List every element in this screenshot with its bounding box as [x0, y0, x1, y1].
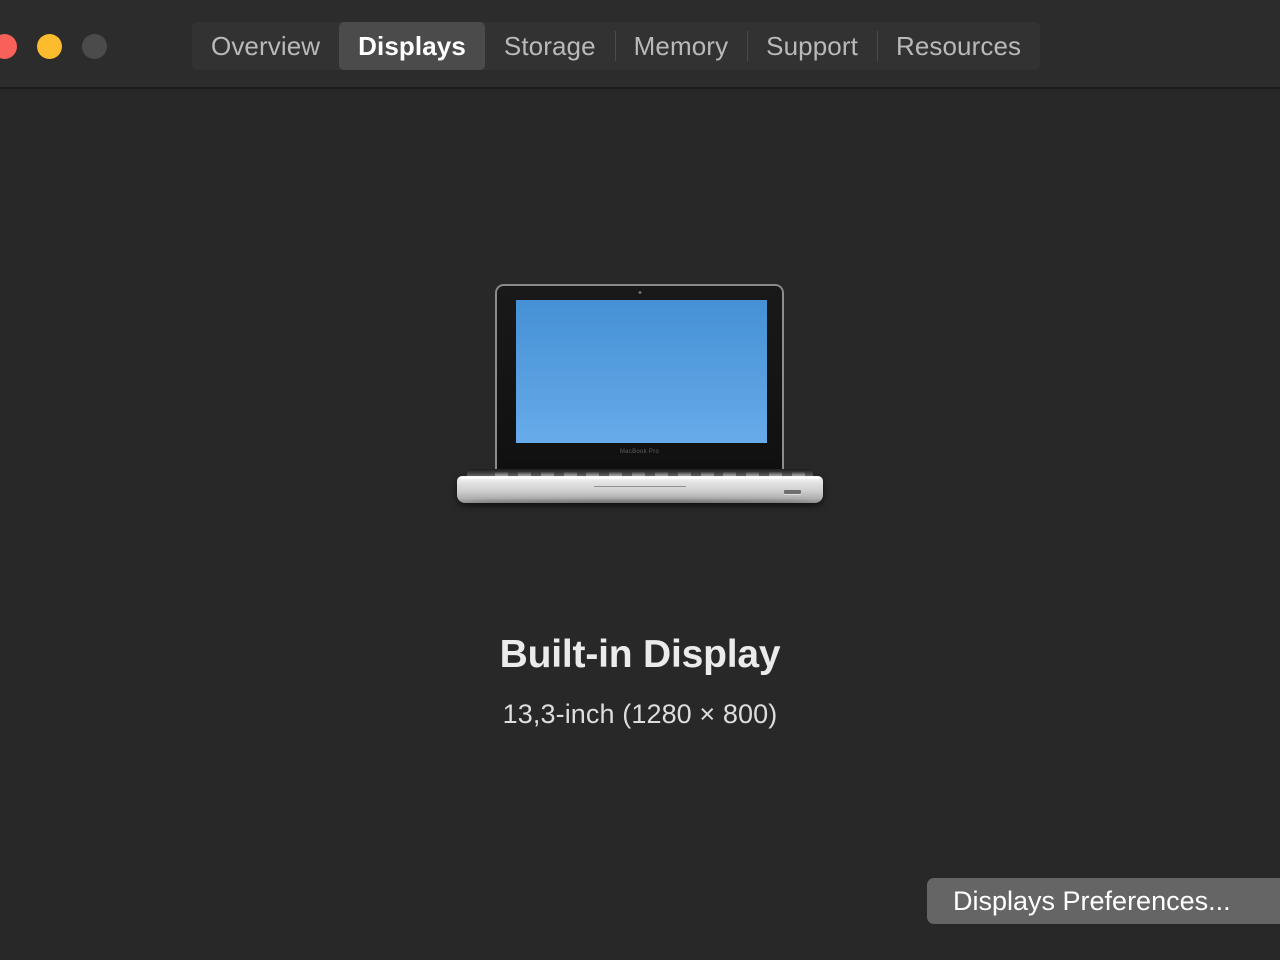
base-highlight — [460, 477, 820, 479]
about-this-mac-window: Overview Displays Storage Memory Support… — [0, 0, 1280, 960]
close-button-icon[interactable] — [0, 34, 17, 59]
minimize-button-icon[interactable] — [37, 34, 62, 59]
tab-support[interactable]: Support — [747, 22, 877, 70]
window-controls — [0, 34, 107, 59]
laptop-screen — [516, 300, 767, 443]
trackpad-notch-icon — [594, 486, 686, 495]
laptop-model-label: MacBook Pro — [619, 449, 660, 455]
webcam-icon — [638, 291, 641, 294]
tab-overview[interactable]: Overview — [192, 22, 339, 70]
displays-preferences-button[interactable]: Displays Preferences... — [927, 878, 1280, 924]
zoom-button-icon[interactable] — [82, 34, 107, 59]
tab-storage[interactable]: Storage — [485, 22, 615, 70]
tab-resources[interactable]: Resources — [876, 22, 1040, 70]
tab-memory[interactable]: Memory — [614, 22, 748, 70]
laptop-base-body — [457, 476, 823, 504]
display-specs-text: 13,3-inch (1280 × 800) — [502, 699, 778, 729]
base-shadow — [469, 500, 811, 504]
tab-bar: Overview Displays Storage Memory Support… — [192, 22, 1041, 70]
tab-displays[interactable]: Displays — [339, 22, 485, 70]
window-toolbar: Overview Displays Storage Memory Support… — [0, 0, 1280, 89]
ir-port-icon — [784, 490, 801, 494]
laptop-lid: MacBook Pro — [495, 284, 784, 474]
laptop-base — [457, 469, 823, 507]
display-name-heading: Built-in Display — [499, 633, 781, 676]
macbook-illustration: MacBook Pro — [457, 284, 823, 512]
displays-panel: MacBook Pro Built-in Display 13,3-inch (… — [0, 91, 1280, 960]
